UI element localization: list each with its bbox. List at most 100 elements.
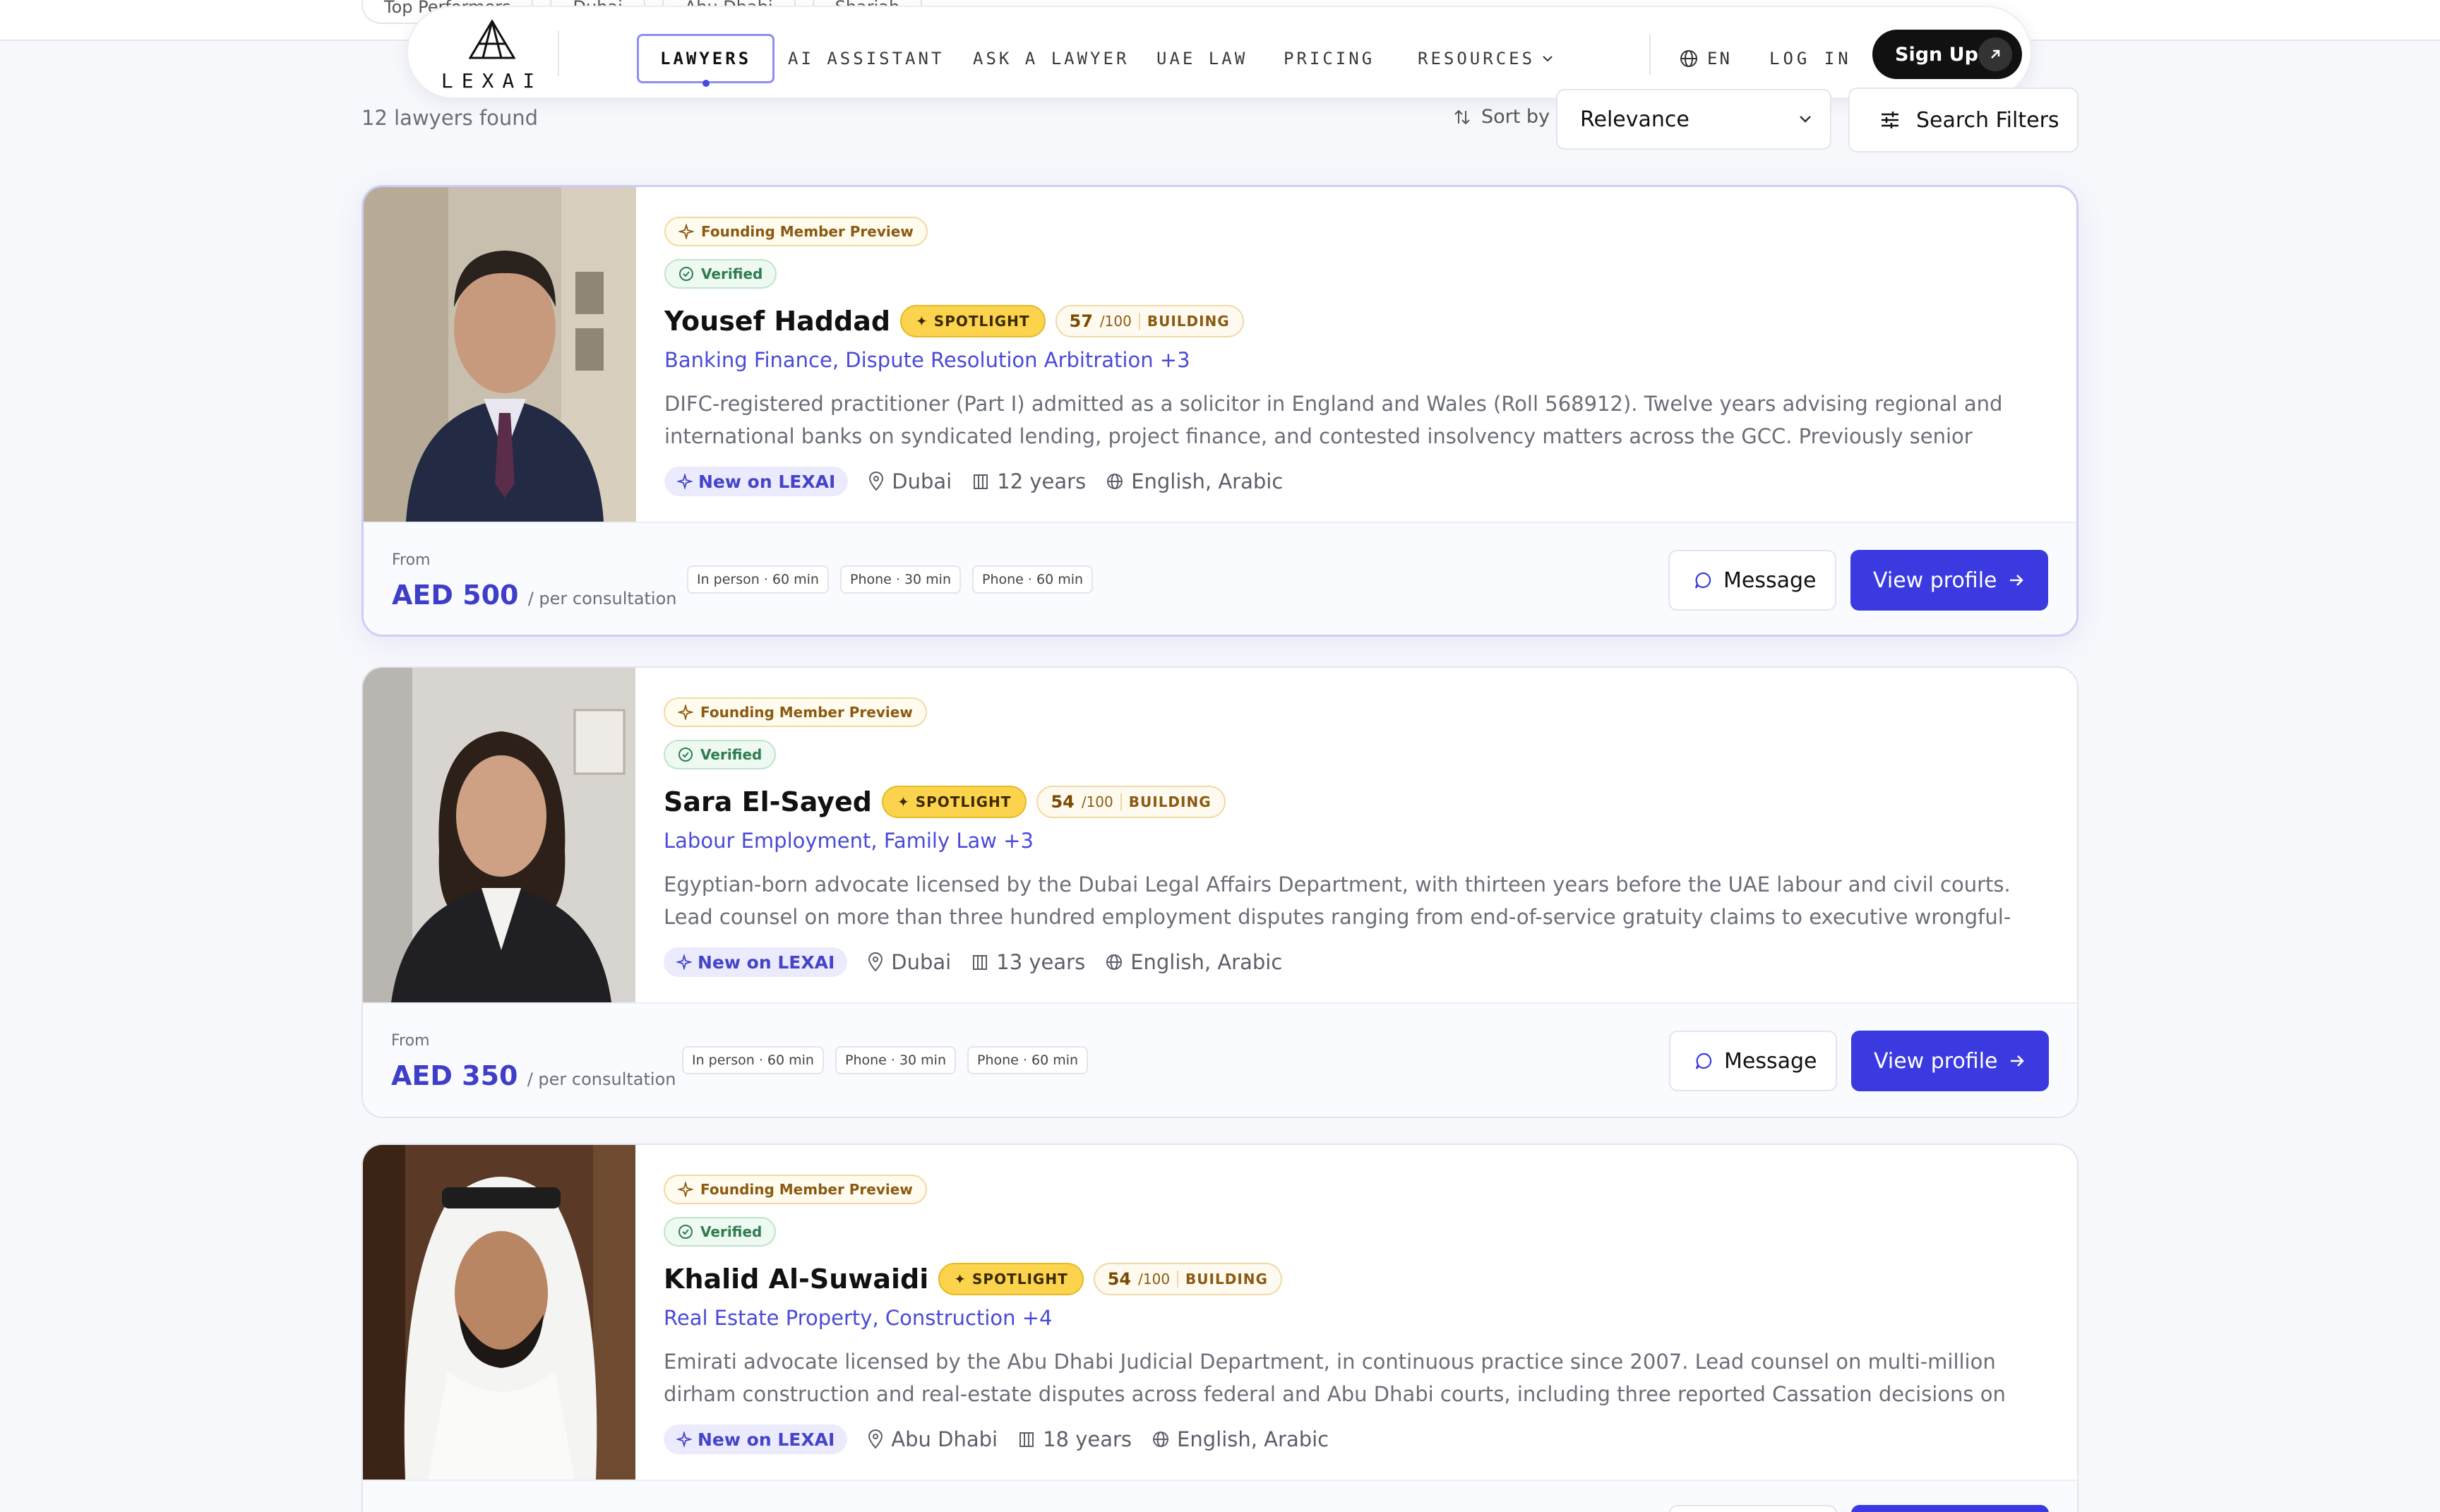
- lawyer-specialties[interactable]: Banking Finance, Dispute Resolution Arbi…: [664, 348, 2048, 372]
- lawyer-card-body: Founding Member Preview Verified Sara El…: [664, 697, 2049, 977]
- view-profile-button[interactable]: [1851, 1505, 2049, 1512]
- lawyer-card-body: Founding Member Preview Verified Yousef …: [664, 217, 2048, 496]
- new-on-lexai-badge: New on LEXAI: [664, 947, 848, 977]
- search-filters-button[interactable]: Search Filters: [1848, 88, 2079, 152]
- lawyer-photo: [364, 187, 636, 522]
- nav-divider-right: [1649, 34, 1651, 75]
- nav-lawyers[interactable]: LAWYERS: [637, 34, 775, 87]
- consultation-price: AED 500 / per consultation: [392, 580, 677, 611]
- lawyer-name[interactable]: Yousef Haddad: [664, 306, 890, 337]
- spotlight-badge: ✦ SPOTLIGHT: [938, 1263, 1084, 1295]
- verified-badge: Verified: [664, 259, 777, 289]
- message-button[interactable]: Message: [1669, 1031, 1837, 1091]
- message-button[interactable]: [1669, 1505, 1837, 1512]
- lawyer-location: Dubai: [867, 950, 951, 974]
- nav-resources[interactable]: RESOURCES: [1397, 34, 1574, 83]
- chat-bubble-icon: [1694, 572, 1711, 589]
- lawyer-card-footer: From AED 350 / per consultation In perso…: [363, 1002, 2077, 1117]
- verified-badge: Verified: [664, 1217, 777, 1247]
- check-circle-icon: [678, 748, 693, 762]
- nav-divider: [558, 31, 559, 76]
- nav-ai-assistant[interactable]: AI ASSISTANT: [767, 34, 965, 83]
- lawyer-languages: English, Arabic: [1152, 1427, 1329, 1451]
- slot-chip[interactable]: In person · 60 min: [682, 1046, 824, 1074]
- score-badge: 54/100 BUILDING: [1036, 786, 1226, 818]
- lawyer-location: Dubai: [868, 469, 952, 493]
- slot-chip[interactable]: Phone · 30 min: [839, 565, 962, 594]
- lawyer-card[interactable]: Founding Member Preview Verified Sara El…: [361, 666, 2079, 1118]
- chevron-down-icon: [1543, 56, 1553, 62]
- lawyer-experience: 12 years: [971, 469, 1086, 493]
- building-icon: [1019, 1432, 1034, 1447]
- nav-uae-law[interactable]: UAE LAW: [1135, 34, 1269, 83]
- lawyer-specialties[interactable]: Real Estate Property, Construction +4: [664, 1306, 2049, 1330]
- sparkles-icon: [678, 1182, 693, 1197]
- lawyer-languages: English, Arabic: [1106, 469, 1283, 493]
- new-on-lexai-badge: New on LEXAI: [664, 467, 849, 496]
- slot-chip[interactable]: Phone · 30 min: [835, 1046, 957, 1074]
- sparkles-icon: [678, 224, 694, 239]
- lawyer-location: Abu Dhabi: [867, 1427, 998, 1451]
- founding-member-badge: Founding Member Preview: [664, 217, 928, 246]
- lawyer-photo: [363, 668, 635, 1002]
- message-button[interactable]: Message: [1668, 550, 1836, 611]
- building-icon: [974, 474, 988, 489]
- chat-bubble-icon: [1695, 1052, 1712, 1069]
- language-selector[interactable]: EN: [1679, 34, 1732, 83]
- lawyer-card-footer: From AED 500 / per consultation In perso…: [364, 522, 2076, 635]
- lawyer-description: DIFC-registered practitioner (Part I) ad…: [664, 392, 2003, 448]
- new-on-lexai-badge: New on LEXAI: [664, 1424, 848, 1454]
- login-link[interactable]: LOG IN: [1769, 34, 1852, 83]
- from-label: From: [392, 551, 431, 569]
- results-count: 12 lawyers found: [361, 106, 539, 130]
- map-pin-icon: [869, 472, 884, 491]
- sort-select[interactable]: Relevance: [1556, 89, 1831, 150]
- consultation-slots: In person · 60 min Phone · 30 min Phone …: [687, 565, 1094, 594]
- map-pin-icon: [868, 952, 883, 972]
- lawyer-card[interactable]: Founding Member Preview Verified Khalid …: [361, 1144, 2079, 1512]
- signup-button[interactable]: Sign Up: [1872, 30, 2022, 79]
- chevron-down-icon: [1800, 116, 1811, 123]
- lexai-logo[interactable]: LEXAI: [439, 20, 545, 92]
- lawyer-photo: [363, 1145, 635, 1480]
- consultation-price: AED 350 / per consultation: [391, 1060, 676, 1091]
- main-nav: LEXAI LAWYERS AI ASSISTANT ASK A LAWYER …: [407, 6, 2032, 99]
- sort-by-label: Sort by: [1453, 106, 1550, 128]
- verified-badge: Verified: [664, 740, 777, 769]
- view-profile-button[interactable]: View profile: [1851, 1031, 2049, 1091]
- lawyer-description: Emirati advocate licensed by the Abu Dha…: [664, 1350, 2006, 1406]
- lawyer-specialties[interactable]: Labour Employment, Family Law +3: [664, 829, 2049, 853]
- founding-member-badge: Founding Member Preview: [664, 697, 927, 727]
- slot-chip[interactable]: Phone · 60 min: [972, 565, 1094, 594]
- slot-chip[interactable]: In person · 60 min: [687, 565, 829, 594]
- lawyer-name[interactable]: Khalid Al-Suwaidi: [664, 1264, 928, 1295]
- slot-chip[interactable]: Phone · 60 min: [967, 1046, 1089, 1074]
- check-circle-icon: [678, 1225, 693, 1239]
- sparkles-icon: [676, 954, 692, 970]
- sliders-icon: [1882, 112, 1898, 128]
- score-badge: 57/100 BUILDING: [1055, 305, 1244, 337]
- sparkles-icon: [676, 1432, 692, 1447]
- founding-member-badge: Founding Member Preview: [664, 1175, 927, 1204]
- lawyer-card[interactable]: Founding Member Preview Verified Yousef …: [361, 185, 2079, 637]
- spotlight-badge: ✦ SPOTLIGHT: [900, 305, 1046, 337]
- map-pin-icon: [868, 1429, 883, 1449]
- consultation-slots: In person · 60 min Phone · 30 min Phone …: [682, 1046, 1089, 1074]
- nav-ask-a-lawyer[interactable]: ASK A LAWYER: [952, 34, 1150, 83]
- score-badge: 54/100 BUILDING: [1093, 1263, 1282, 1295]
- from-label: From: [391, 1032, 430, 1050]
- arrow-right-icon: [2010, 1055, 2024, 1067]
- arrow-right-icon: [2009, 575, 2023, 586]
- lawyer-card-body: Founding Member Preview Verified Khalid …: [664, 1175, 2049, 1454]
- logo-mark-icon: [469, 20, 515, 59]
- arrow-up-right-icon: [1978, 37, 2012, 71]
- building-icon: [973, 955, 988, 970]
- lawyer-name[interactable]: Sara El-Sayed: [664, 786, 872, 817]
- lawyer-description: Egyptian-born advocate licensed by the D…: [664, 872, 2011, 929]
- sparkles-icon: [677, 474, 693, 489]
- view-profile-button[interactable]: View profile: [1850, 550, 2048, 611]
- nav-pricing[interactable]: PRICING: [1262, 34, 1396, 83]
- spotlight-badge: ✦ SPOTLIGHT: [881, 786, 1027, 818]
- sort-arrows-icon: [1454, 109, 1470, 124]
- lawyer-experience: 18 years: [1017, 1427, 1132, 1451]
